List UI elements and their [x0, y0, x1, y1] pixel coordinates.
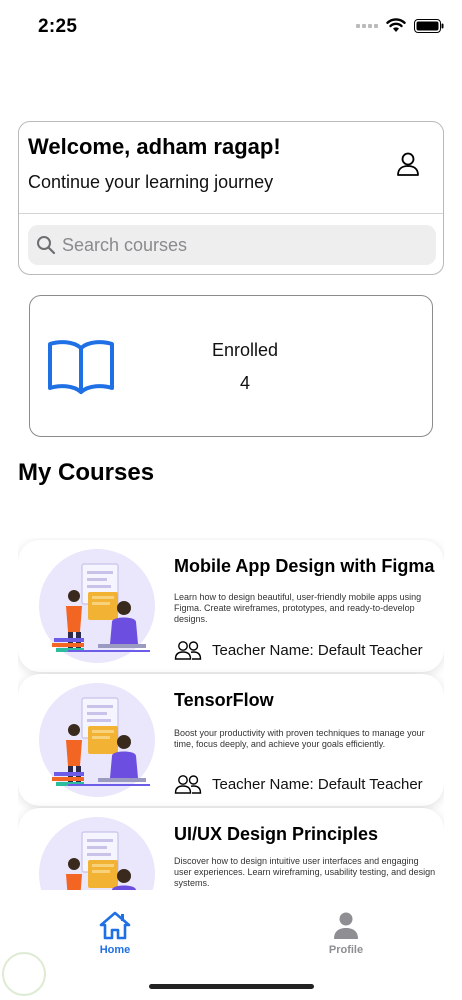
- status-time: 2:25: [38, 16, 78, 37]
- course-title: TensorFlow: [174, 690, 274, 710]
- home-icon: [99, 911, 131, 940]
- course-thumbnail: [39, 549, 155, 663]
- battery-icon: [414, 18, 444, 33]
- course-list[interactable]: Mobile App Design with Figma Learn how t…: [18, 538, 444, 890]
- stat-value: 4: [239, 373, 250, 393]
- course-card[interactable]: Mobile App Design with Figma Learn how t…: [18, 540, 444, 672]
- welcome-subtitle: Continue your learning journey: [28, 172, 274, 192]
- stat-label: Enrolled: [211, 340, 279, 360]
- status-icons: [356, 18, 444, 33]
- search-bar[interactable]: [28, 225, 436, 265]
- course-card[interactable]: TensorFlow Boost your productivity with …: [18, 674, 444, 806]
- course-thumbnail: [39, 683, 155, 797]
- people-icon: [174, 775, 202, 794]
- course-description: Discover how to design intuitive user in…: [174, 856, 436, 888]
- enrolled-stat-card[interactable]: Enrolled 4: [29, 295, 433, 437]
- home-indicator: [149, 984, 314, 989]
- book-open-icon: [48, 340, 114, 394]
- wifi-icon: [386, 18, 406, 32]
- course-title: Mobile App Design with Figma: [174, 556, 435, 576]
- status-bar: 2:25: [0, 0, 462, 56]
- person-icon: [397, 152, 419, 176]
- people-icon: [174, 641, 202, 660]
- welcome-card: Welcome, adham ragap! Continue your lear…: [18, 121, 444, 275]
- watermark-logo: [2, 952, 46, 996]
- course-thumbnail: [39, 817, 155, 890]
- course-teacher: Teacher Name: Default Teacher: [174, 640, 423, 660]
- person-icon: [334, 912, 358, 939]
- teacher-name: Teacher Name: Default Teacher: [212, 641, 423, 659]
- divider: [19, 213, 443, 214]
- welcome-title: Welcome, adham ragap!: [28, 134, 281, 159]
- teacher-name: Teacher Name: Default Teacher: [212, 775, 423, 793]
- section-title: My Courses: [18, 459, 155, 486]
- tab-profile-label: Profile: [328, 944, 364, 956]
- tab-home-label: Home: [99, 944, 131, 956]
- profile-button[interactable]: [395, 150, 421, 178]
- course-teacher: Teacher Name: Default Teacher: [174, 774, 423, 794]
- course-title: UI/UX Design Principles: [174, 824, 379, 844]
- search-input[interactable]: [62, 234, 422, 256]
- tab-profile[interactable]: Profile: [301, 910, 391, 956]
- search-icon: [37, 236, 56, 255]
- signal-icon: [356, 23, 378, 28]
- course-description: Boost your productivity with proven tech…: [174, 728, 425, 749]
- tab-home[interactable]: Home: [70, 910, 160, 956]
- course-card[interactable]: UI/UX Design Principles Discover how to …: [18, 808, 444, 890]
- course-description: Learn how to design beautiful, user-frie…: [174, 592, 422, 624]
